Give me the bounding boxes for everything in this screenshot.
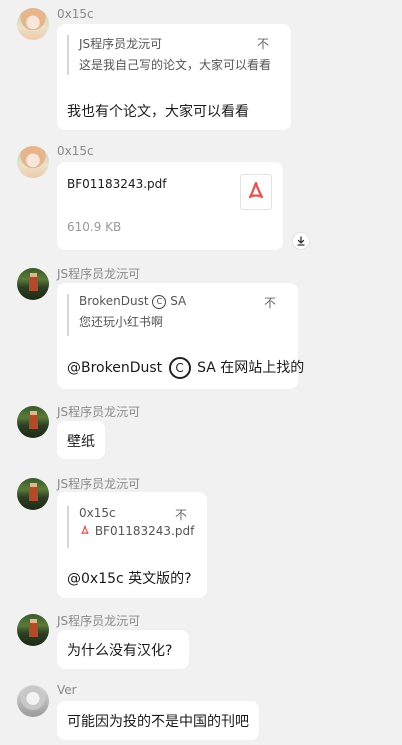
quote-text: 这是我自己写的论文，大家可以看看 (79, 58, 272, 72)
quote-marker: 不 (263, 296, 276, 310)
sender-name: 0x15c (57, 144, 94, 158)
file-size: 610.9 KB (67, 220, 122, 234)
quote-file-name: BF01183243.pdf (94, 524, 195, 538)
message-text-tail: SA 在网站上找的 (197, 360, 305, 376)
message-bubble[interactable]: 0x15c BF01183243.pdf 不 @0x15c 英文版的? (57, 492, 207, 598)
chat-message-list[interactable]: 0x15c JS程序员龙沅可 这是我自己写的论文，大家可以看看 不 我也有个论文… (0, 0, 402, 745)
sender-name: JS程序员龙沅可 (57, 267, 141, 281)
message-text: 为什么没有汉化? (67, 643, 173, 659)
mention[interactable]: @BrokenDust (67, 360, 162, 376)
quote-marker: 不 (174, 508, 187, 522)
sender-name: JS程序员龙沅可 (57, 477, 141, 491)
quote-block[interactable]: BrokenDust C SA 您还玩小红书啊 不 (67, 294, 276, 336)
message-bubble[interactable]: 为什么没有汉化? (57, 630, 189, 669)
pdf-icon-glyph (248, 181, 264, 199)
copyright-icon: C (152, 294, 167, 309)
quote-block[interactable]: JS程序员龙沅可 这是我自己写的论文，大家可以看看 不 (67, 35, 272, 75)
avatar[interactable] (17, 8, 49, 40)
message-bubble[interactable]: JS程序员龙沅可 这是我自己写的论文，大家可以看看 不 我也有个论文，大家可以看… (57, 24, 291, 130)
quote-marker: 不 (256, 37, 269, 51)
sender-name: JS程序员龙沅可 (57, 405, 141, 419)
avatar[interactable] (17, 685, 49, 717)
download-arrow-icon (297, 236, 305, 246)
message-text: 壁纸 (67, 434, 95, 450)
avatar[interactable] (17, 614, 49, 646)
quote-author-suffix: SA (170, 294, 187, 308)
download-icon[interactable] (292, 232, 310, 250)
avatar[interactable] (17, 268, 49, 300)
message-text: @BrokenDust C SA 在网站上找的 (67, 357, 304, 379)
quote-file: BF01183243.pdf (79, 524, 194, 538)
pdf-icon (81, 525, 89, 535)
avatar[interactable] (17, 478, 49, 510)
avatar[interactable] (17, 146, 49, 178)
quote-block[interactable]: 0x15c BF01183243.pdf 不 (67, 506, 194, 548)
file-name: BF01183243.pdf (67, 177, 167, 191)
message-text: 可能因为投的不是中国的刊吧 (67, 714, 249, 730)
file-bubble[interactable]: BF01183243.pdf 610.9 KB (57, 162, 283, 250)
sender-name: JS程序员龙沅可 (57, 614, 141, 628)
copyright-icon: C (168, 357, 191, 379)
sender-name: Ver (57, 683, 77, 697)
quote-author-name: BrokenDust (79, 294, 149, 308)
quote-author: BrokenDust C SA (79, 294, 276, 309)
quote-text: 您还玩小红书啊 (79, 314, 164, 329)
quote-author: 0x15c (79, 506, 116, 520)
pdf-icon (240, 174, 272, 210)
message-bubble[interactable]: 可能因为投的不是中国的刊吧 (57, 701, 259, 740)
avatar[interactable] (17, 406, 49, 438)
message-text: 我也有个论文，大家可以看看 (67, 104, 249, 120)
sender-name: 0x15c (57, 7, 94, 21)
message-text: @0x15c 英文版的? (67, 571, 192, 587)
quote-author: JS程序员龙沅可 (79, 37, 163, 51)
message-bubble[interactable]: BrokenDust C SA 您还玩小红书啊 不 @BrokenDust C … (57, 283, 304, 389)
message-bubble[interactable]: 壁纸 (57, 421, 105, 459)
